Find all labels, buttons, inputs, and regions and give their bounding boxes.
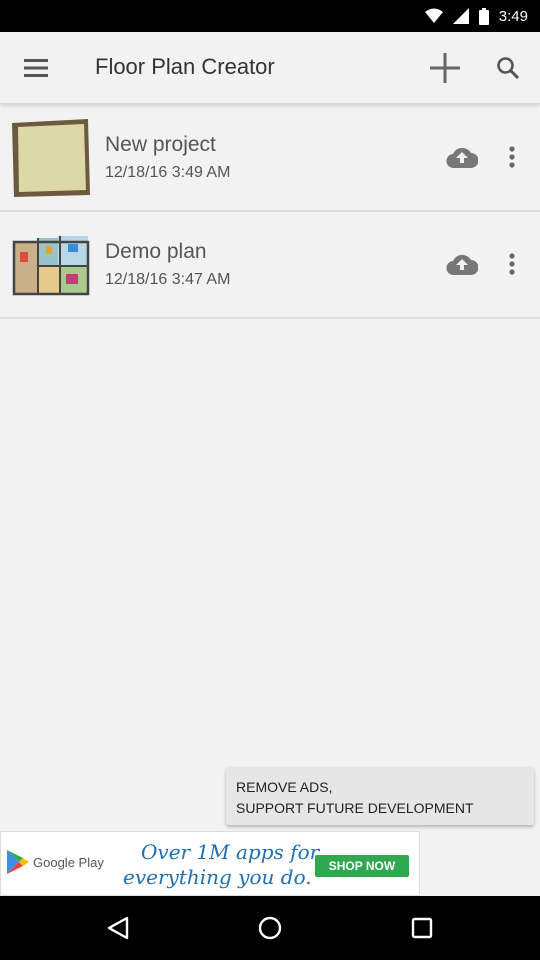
play-store-icon: [7, 850, 29, 874]
remove-ads-line1: REMOVE ADS,: [236, 779, 333, 795]
project-title: New project: [105, 133, 216, 156]
status-bar: 3:49: [0, 0, 540, 32]
hamburger-icon: [24, 59, 48, 77]
more-options-button[interactable]: [492, 244, 532, 284]
home-icon: [258, 916, 282, 940]
ad-shop-now-button[interactable]: SHOP NOW: [315, 855, 409, 877]
more-vert-icon: [509, 146, 515, 168]
menu-button[interactable]: [12, 44, 60, 92]
cloud-upload-button[interactable]: [440, 137, 484, 177]
add-project-button[interactable]: [421, 44, 469, 92]
cloud-upload-button[interactable]: [440, 244, 484, 284]
project-list: New project 12/18/16 3:49 AM Demo plan 1…: [0, 105, 540, 319]
home-button[interactable]: [250, 908, 290, 948]
more-vert-icon: [509, 253, 515, 275]
ad-banner[interactable]: Google Play Over 1M apps for everything …: [0, 831, 420, 896]
back-icon: [107, 916, 129, 940]
search-icon: [497, 57, 520, 80]
project-thumbnail: [10, 117, 92, 197]
plus-icon: [430, 53, 460, 83]
navigation-bar: [0, 896, 540, 960]
ad-headline-line1: Over 1M apps for: [141, 840, 320, 864]
ad-brand: Google Play: [33, 854, 104, 870]
status-time: 3:49: [498, 7, 528, 25]
ad-headline-line2: everything you do.: [123, 865, 312, 889]
cloud-upload-icon: [446, 147, 478, 168]
project-date: 12/18/16 3:49 AM: [105, 164, 231, 181]
cloud-upload-icon: [446, 254, 478, 275]
project-thumbnail: [10, 224, 92, 304]
project-title: Demo plan: [105, 240, 207, 263]
wifi-icon: [424, 8, 443, 23]
app-bar: Floor Plan Creator: [0, 32, 540, 104]
battery-icon: [478, 7, 489, 25]
status-icons: 3:49: [424, 0, 528, 32]
remove-ads-button[interactable]: REMOVE ADS, SUPPORT FUTURE DEVELOPMENT: [226, 767, 534, 825]
project-row[interactable]: Demo plan 12/18/16 3:47 AM: [0, 212, 540, 319]
remove-ads-line2: SUPPORT FUTURE DEVELOPMENT: [236, 800, 474, 816]
recents-button[interactable]: [402, 908, 442, 948]
search-button[interactable]: [484, 44, 532, 92]
page-title: Floor Plan Creator: [95, 54, 275, 79]
back-button[interactable]: [98, 908, 138, 948]
project-row[interactable]: New project 12/18/16 3:49 AM: [0, 105, 540, 212]
recents-icon: [411, 917, 433, 939]
signal-icon: [452, 8, 469, 24]
more-options-button[interactable]: [492, 137, 532, 177]
google-play-logo: Google Play: [7, 850, 104, 874]
project-date: 12/18/16 3:47 AM: [105, 271, 231, 288]
